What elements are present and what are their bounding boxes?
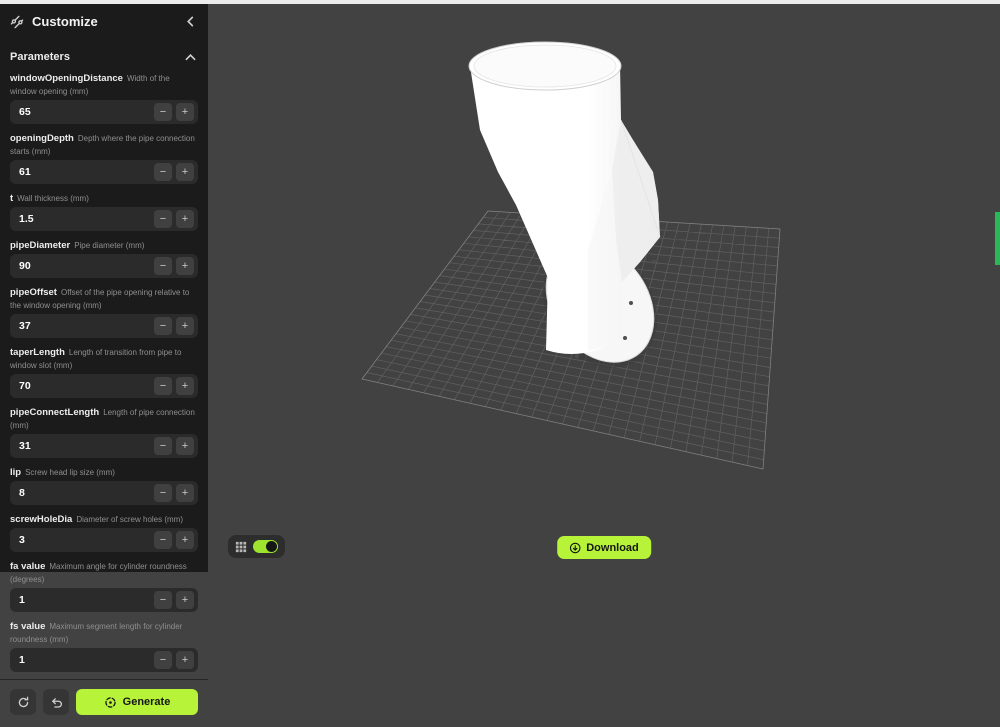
download-button[interactable]: Download [557, 536, 651, 559]
decrement-button[interactable]: − [154, 377, 172, 395]
decrement-button[interactable]: − [154, 163, 172, 181]
customize-sliders-icon [10, 15, 24, 29]
param-name: taperLength [10, 347, 65, 358]
param-name: fa value [10, 561, 46, 572]
parameters-section-header[interactable]: Parameters [0, 43, 208, 71]
parameters-section-label: Parameters [10, 51, 70, 63]
param-value[interactable]: 1 [19, 594, 150, 606]
grid-icon [235, 541, 247, 553]
param-value[interactable]: 3 [19, 534, 150, 546]
param-value[interactable]: 70 [19, 380, 150, 392]
param-lip: lip Screw head lip size (mm) 8 − + [10, 465, 198, 505]
increment-button[interactable]: + [176, 591, 194, 609]
increment-button[interactable]: + [176, 651, 194, 669]
undo-button[interactable] [43, 689, 69, 715]
param-value-field[interactable]: 8 − + [10, 481, 198, 505]
toggle-knob [266, 541, 277, 552]
increment-button[interactable]: + [176, 484, 194, 502]
decrement-button[interactable]: − [154, 437, 172, 455]
param-pipeConnectLength: pipeConnectLength Length of pipe connecti… [10, 405, 198, 458]
increment-button[interactable]: + [176, 317, 194, 335]
panel-title: Customize [32, 14, 98, 29]
param-value-field[interactable]: 37 − + [10, 314, 198, 338]
sidebar-header: Customize [0, 0, 208, 39]
grid-visibility-toggle[interactable] [253, 540, 278, 553]
param-fs-value: fs value Maximum segment length for cylin… [10, 619, 198, 672]
param-fa-value: fa value Maximum angle for cylinder round… [10, 559, 198, 612]
param-name: windowOpeningDistance [10, 73, 123, 84]
decrement-button[interactable]: − [154, 484, 172, 502]
param-value-field[interactable]: 3 − + [10, 528, 198, 552]
param-value[interactable]: 90 [19, 260, 150, 272]
param-description: Diameter of screw holes (mm) [76, 515, 183, 524]
increment-button[interactable]: + [176, 377, 194, 395]
param-description: Pipe diameter (mm) [74, 241, 145, 250]
decrement-button[interactable]: − [154, 257, 172, 275]
param-name: screwHoleDia [10, 514, 73, 525]
param-value[interactable]: 1.5 [19, 213, 150, 225]
undo-icon [50, 696, 63, 709]
param-value[interactable]: 37 [19, 320, 150, 332]
decrement-button[interactable]: − [154, 651, 172, 669]
param-name: pipeDiameter [10, 240, 71, 251]
generate-label: Generate [122, 696, 171, 708]
param-value-field[interactable]: 31 − + [10, 434, 198, 458]
param-screwHoleDia: screwHoleDia Diameter of screw holes (mm)… [10, 512, 198, 552]
decrement-button[interactable]: − [154, 317, 172, 335]
increment-button[interactable]: + [176, 210, 194, 228]
param-value-field[interactable]: 65 − + [10, 100, 198, 124]
collapse-chevron-left-icon[interactable] [185, 16, 196, 27]
param-description: Screw head lip size (mm) [25, 468, 115, 477]
section-chevron-up-icon[interactable] [185, 52, 196, 63]
param-value[interactable]: 8 [19, 487, 150, 499]
param-taperLength: taperLength Length of transition from pip… [10, 345, 198, 398]
grid-toggle-pill [228, 535, 285, 558]
param-name: pipeConnectLength [10, 407, 100, 418]
increment-button[interactable]: + [176, 437, 194, 455]
increment-button[interactable]: + [176, 103, 194, 121]
param-value[interactable]: 1 [19, 654, 150, 666]
param-name: pipeOffset [10, 287, 57, 298]
sidebar-footer: Generate [0, 679, 208, 727]
param-name: fs value [10, 621, 46, 632]
param-pipeDiameter: pipeDiameter Pipe diameter (mm) 90 − + [10, 238, 198, 278]
param-value-field[interactable]: 1 − + [10, 588, 198, 612]
viewport-3d[interactable]: Download [208, 0, 1000, 572]
decrement-button[interactable]: − [154, 531, 172, 549]
param-description: Wall thickness (mm) [17, 194, 89, 203]
param-value[interactable]: 61 [19, 166, 150, 178]
param-name: t [10, 193, 14, 204]
param-name: lip [10, 467, 22, 478]
param-value-field[interactable]: 1.5 − + [10, 207, 198, 231]
right-edge-indicator[interactable] [995, 212, 1000, 265]
generate-button[interactable]: Generate [76, 689, 198, 715]
download-circle-arrow-icon [569, 542, 581, 554]
param-name: openingDepth [10, 133, 74, 144]
regenerate-icon [17, 696, 30, 709]
param-openingDepth: openingDepth Depth where the pipe connect… [10, 131, 198, 184]
param-value[interactable]: 31 [19, 440, 150, 452]
param-windowOpeningDistance: windowOpeningDistance Width of the window… [10, 71, 198, 124]
increment-button[interactable]: + [176, 163, 194, 181]
decrement-button[interactable]: − [154, 103, 172, 121]
decrement-button[interactable]: − [154, 591, 172, 609]
regenerate-button[interactable] [10, 689, 36, 715]
top-edge-strip [0, 0, 1000, 4]
increment-button[interactable]: + [176, 531, 194, 549]
param-value-field[interactable]: 90 − + [10, 254, 198, 278]
customize-sidebar: Customize Parameters windowOpeningDistan… [0, 0, 208, 715]
model-scene[interactable] [208, 0, 1000, 572]
param-value-field[interactable]: 1 − + [10, 648, 198, 672]
decrement-button[interactable]: − [154, 210, 172, 228]
param-value[interactable]: 65 [19, 106, 150, 118]
param-pipeOffset: pipeOffset Offset of the pipe opening rel… [10, 285, 198, 338]
param-t: t Wall thickness (mm) 1.5 − + [10, 191, 198, 231]
param-value-field[interactable]: 70 − + [10, 374, 198, 398]
increment-button[interactable]: + [176, 257, 194, 275]
generate-orbit-icon [104, 696, 117, 709]
model-top-opening [468, 41, 622, 91]
download-label: Download [586, 541, 639, 554]
param-value-field[interactable]: 61 − + [10, 160, 198, 184]
